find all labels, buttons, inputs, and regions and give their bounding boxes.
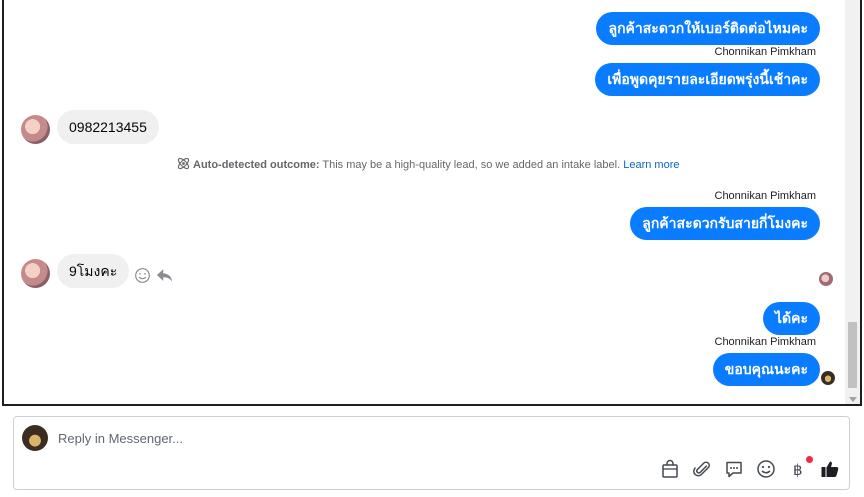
customer-avatar[interactable] — [21, 115, 50, 144]
scroll-down-arrow[interactable] — [849, 397, 857, 402]
atom-icon — [177, 157, 190, 170]
reply-arrow-icon[interactable] — [156, 267, 174, 289]
auto-detected-outcome-notice: Auto-detected outcome: This may be a hig… — [176, 156, 679, 171]
react-smiley-icon[interactable] — [134, 267, 151, 289]
scroll-thumb[interactable] — [848, 322, 857, 388]
paperclip-icon[interactable] — [692, 459, 712, 479]
learn-more-link[interactable]: Learn more — [623, 159, 679, 171]
outgoing-message[interactable]: ลูกค้าสะดวกรับสายกี่โมงคะ — [630, 207, 820, 240]
reply-composer[interactable]: Reply in Messenger... ฿ — [13, 416, 850, 490]
chat-thread: ลูกค้าสะดวกให้เบอร์ติดต่อไหมคะ Chonnikan… — [2, 0, 862, 406]
sender-name: Chonnikan Pimkham — [714, 336, 817, 348]
sender-name: Chonnikan Pimkham — [714, 190, 817, 202]
gift-bag-icon[interactable] — [660, 459, 680, 479]
smiley-icon[interactable] — [756, 459, 776, 479]
sender-name: Chonnikan Pimkham — [714, 46, 817, 58]
chat-bubble-icon[interactable] — [724, 459, 744, 479]
reply-input[interactable]: Reply in Messenger... — [58, 431, 183, 446]
notice-label: Auto-detected outcome: — [193, 159, 320, 171]
baht-icon[interactable]: ฿ — [788, 456, 813, 479]
read-receipt-avatar — [819, 272, 833, 286]
outgoing-message[interactable]: เพื่อพูดคุยรายละเอียดพรุ่งนี้เช้าคะ — [595, 63, 820, 96]
page-avatar — [22, 425, 48, 451]
incoming-message[interactable]: 0982213455 — [57, 110, 159, 144]
svg-text:฿: ฿ — [793, 461, 803, 479]
notification-dot — [806, 456, 813, 463]
thumbs-up-icon[interactable] — [820, 459, 840, 479]
scrollbar[interactable] — [845, 0, 860, 404]
outgoing-message[interactable]: ได้คะ — [762, 302, 820, 335]
page-read-receipt-avatar — [821, 371, 835, 385]
notice-text: This may be a high-quality lead, so we a… — [319, 159, 621, 171]
outgoing-message[interactable]: ขอบคุณนะคะ — [712, 353, 820, 386]
outgoing-message[interactable]: ลูกค้าสะดวกให้เบอร์ติดต่อไหมคะ — [596, 12, 820, 45]
customer-avatar[interactable] — [21, 259, 50, 288]
incoming-message[interactable]: 9โมงคะ — [57, 254, 130, 288]
